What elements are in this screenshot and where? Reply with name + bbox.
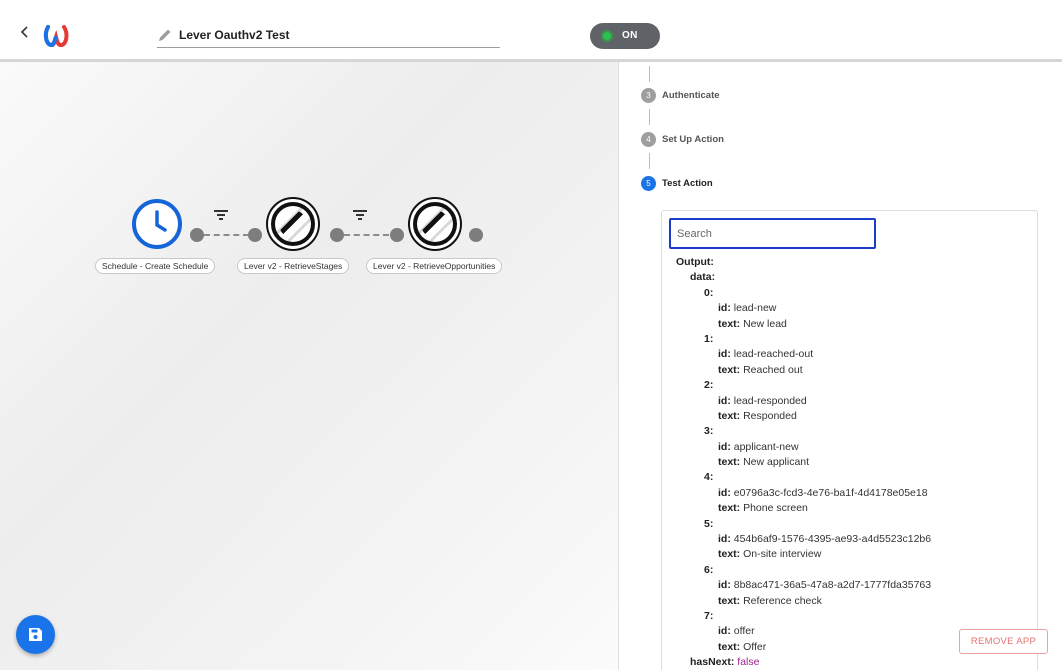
lever-retrieve-stages-node[interactable]	[268, 199, 318, 249]
search-input[interactable]	[669, 218, 876, 249]
node-label-schedule[interactable]: Schedule - Create Schedule	[95, 258, 216, 274]
tree-row: hasNext: false	[690, 656, 760, 668]
lever-icon	[275, 206, 311, 242]
step-connector	[649, 66, 650, 82]
workflow-title-input[interactable]	[179, 24, 499, 46]
tree-row: id: offer	[718, 625, 755, 637]
tree-index: 3:	[704, 425, 714, 437]
workflow-title-field[interactable]	[157, 24, 500, 48]
toggle-label: ON	[622, 30, 638, 41]
tree-index: 4:	[704, 471, 714, 483]
tree-row: id: lead-reached-out	[718, 348, 814, 360]
tree-row: text: Offer	[718, 641, 767, 653]
connector-dot[interactable]	[469, 228, 483, 242]
connector-dot[interactable]	[330, 228, 344, 242]
workflow-canvas[interactable]: Schedule - Create Schedule Lever v2 - Re…	[0, 62, 618, 670]
tree-index: 7:	[704, 610, 714, 622]
workflow-on-toggle[interactable]: ON	[590, 23, 660, 49]
filter-icon[interactable]	[353, 210, 367, 222]
step-label: Set Up Action	[662, 134, 724, 145]
clock-icon	[155, 210, 167, 232]
pencil-icon	[159, 29, 171, 41]
chevron-left-icon[interactable]	[18, 24, 32, 40]
step-label: Test Action	[662, 178, 713, 189]
tree-row: text: Reached out	[718, 364, 803, 376]
node-label-retrieve-opportunities[interactable]: Lever v2 - RetrieveOpportunities	[366, 258, 503, 274]
connector-dot[interactable]	[190, 228, 204, 242]
tree-key: data:	[690, 271, 716, 283]
remove-app-button[interactable]: REMOVE APP	[959, 629, 1048, 654]
tree-row: id: e0796a3c-fcd3-4e76-ba1f-4d4178e05e18	[718, 487, 928, 499]
action-setup-panel: 3 Authenticate 4 Set Up Action 5 Test Ac…	[618, 62, 1062, 670]
save-button[interactable]	[16, 615, 55, 654]
step-connector	[649, 109, 650, 125]
tree-row: text: New lead	[718, 318, 787, 330]
save-icon	[29, 628, 42, 641]
node-label-retrieve-stages[interactable]: Lever v2 - RetrieveStages	[237, 258, 350, 274]
connector-dot[interactable]	[390, 228, 404, 242]
filter-icon[interactable]	[214, 210, 228, 222]
app-logo[interactable]	[42, 22, 70, 50]
tree-row: id: lead-responded	[718, 395, 807, 407]
tree-row: text: New applicant	[718, 456, 810, 468]
tree-row: id: lead-new	[718, 302, 777, 314]
schedule-node[interactable]	[132, 199, 182, 249]
connector-line	[204, 234, 249, 236]
top-bar: ON	[0, 0, 1062, 62]
tree-index: 6:	[704, 564, 714, 576]
tree-key: Output:	[676, 256, 714, 268]
tree-row: text: Reference check	[718, 595, 822, 607]
tree-row: id: applicant-new	[718, 441, 799, 453]
toggle-knob	[601, 30, 613, 42]
tree-row: text: Responded	[718, 410, 797, 422]
step-number: 4	[641, 132, 656, 147]
tree-row: text: On-site interview	[718, 548, 822, 560]
tree-row: id: 8b8ac471-36a5-47a8-a2d7-1777fda35763	[718, 579, 932, 591]
lever-icon	[417, 206, 453, 242]
tree-row: id: 454b6af9-1576-4395-ae93-a4d5523c12b6	[718, 533, 932, 545]
tree-index: 1:	[704, 333, 714, 345]
tree-index: 5:	[704, 518, 714, 530]
step-number: 3	[641, 88, 656, 103]
step-label: Authenticate	[662, 90, 720, 101]
tree-index: 0:	[704, 287, 714, 299]
tree-row: text: Phone screen	[718, 502, 808, 514]
tree-index: 2:	[704, 379, 714, 391]
connector-dot[interactable]	[248, 228, 262, 242]
step-connector	[649, 153, 650, 169]
step-number: 5	[641, 176, 656, 191]
lever-retrieve-opportunities-node[interactable]	[410, 199, 460, 249]
connector-line	[344, 234, 389, 236]
